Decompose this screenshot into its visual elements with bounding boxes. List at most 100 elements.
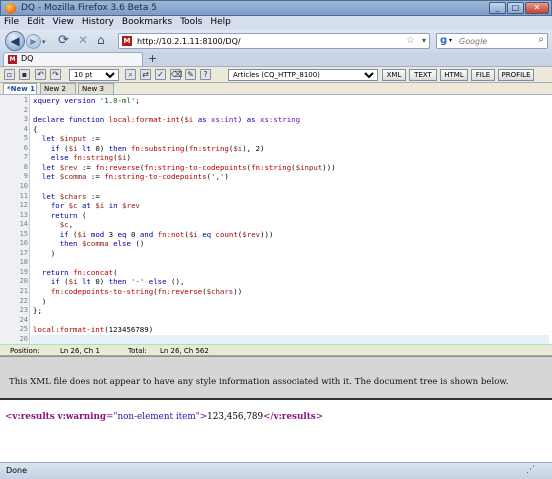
line-number: 8 bbox=[23, 162, 28, 171]
line-number: 18 bbox=[19, 258, 28, 267]
result-text: 123,456,789 bbox=[207, 412, 264, 422]
code-line: let $chars := bbox=[41, 191, 100, 201]
url-dropdown-icon[interactable]: ▾ bbox=[422, 36, 426, 45]
line-number: 17 bbox=[19, 248, 28, 257]
line-number: 5 bbox=[23, 134, 28, 143]
collection-select[interactable]: Articles (CQ_HTTP_8100) bbox=[228, 69, 378, 81]
line-number: 22 bbox=[19, 296, 28, 305]
line-number: 11 bbox=[19, 191, 28, 200]
menu-bookmarks[interactable]: Bookmarks bbox=[118, 16, 176, 28]
query-tabs: *New 1 New 2 New 3 bbox=[0, 83, 552, 94]
window-titlebar: DQ - Mozilla Firefox 3.6 Beta 5 _ □ ✕ bbox=[0, 0, 552, 16]
code-line: fn:codepoints-to-string(fn:reverse($char… bbox=[50, 287, 243, 296]
total-value: Ln 26, Ch 562 bbox=[160, 347, 209, 355]
url-bar[interactable]: M ☆ ▾ bbox=[118, 33, 430, 49]
tab-dq[interactable]: M DQ bbox=[3, 52, 143, 66]
replace-icon[interactable]: ⇄ bbox=[140, 69, 151, 80]
menu-file[interactable]: File bbox=[0, 16, 23, 28]
undo-icon[interactable]: ↶ bbox=[35, 69, 46, 80]
file-button[interactable]: FILE bbox=[471, 69, 495, 81]
text-button[interactable]: TEXT bbox=[409, 69, 437, 81]
code-line: xquery version '1.0-ml'; bbox=[33, 96, 140, 105]
search-input[interactable] bbox=[459, 35, 539, 47]
line-number: 6 bbox=[23, 143, 28, 152]
line-number: 12 bbox=[19, 201, 28, 210]
bookmark-star-icon[interactable]: ☆ bbox=[406, 35, 415, 46]
browser-status-text: Done bbox=[6, 466, 28, 475]
back-button[interactable]: ◀ bbox=[5, 31, 25, 51]
code-line: let $rev := fn:reverse(fn:string-to-code… bbox=[41, 162, 336, 172]
result-attr-value: non-element item bbox=[117, 412, 196, 422]
wand-icon[interactable]: ✓ bbox=[155, 69, 166, 80]
minimize-button[interactable]: _ bbox=[489, 2, 506, 14]
xml-button[interactable]: XML bbox=[382, 69, 406, 81]
new-tab-icon[interactable]: + bbox=[148, 52, 157, 65]
search-engine-dropdown-icon[interactable]: ▾ bbox=[449, 37, 452, 44]
position-label: Position: bbox=[10, 347, 40, 355]
browser-status-bar: Done ⋰ bbox=[0, 462, 552, 479]
doc-tab-new-3[interactable]: New 3 bbox=[78, 83, 114, 94]
line-number: 26 bbox=[19, 334, 28, 343]
menu-tools[interactable]: Tools bbox=[176, 16, 206, 28]
line-number: 23 bbox=[19, 306, 28, 315]
forward-button[interactable]: ▶ bbox=[26, 34, 41, 49]
doc-tab-new-2[interactable]: New 2 bbox=[40, 83, 76, 94]
help-icon[interactable]: ? bbox=[200, 69, 211, 80]
code-line: if ($i lt 0) then fn:substring(fn:string… bbox=[50, 143, 265, 153]
home-icon[interactable]: ⌂ bbox=[97, 33, 105, 47]
reload-icon[interactable]: ⟳ bbox=[58, 33, 69, 48]
result-panel: <v:results v:warning="non-element item">… bbox=[0, 400, 552, 462]
result-attr-name: v:warning bbox=[57, 412, 107, 422]
menu-bar: File Edit View History Bookmarks Tools Help bbox=[0, 16, 552, 30]
edit-icon[interactable]: ✎ bbox=[185, 69, 196, 80]
save-icon[interactable]: ▪ bbox=[19, 69, 30, 80]
code-editor[interactable]: 1 2 3 4 5 6 7 8 9 10 11 12 13 14 15 16 17 18 19 20 21 22 23 24 2… bbox=[0, 94, 552, 344]
search-box[interactable]: g ▾ ⌕ bbox=[436, 33, 548, 49]
window-title: DQ - Mozilla Firefox 3.6 Beta 5 bbox=[21, 3, 158, 13]
resize-grip-icon[interactable]: ⋰ bbox=[526, 465, 535, 475]
line-number: 14 bbox=[19, 220, 28, 229]
line-number: 21 bbox=[19, 287, 28, 295]
code-line: { bbox=[33, 124, 38, 134]
result-close-tag: v:results bbox=[273, 412, 316, 422]
new-document-icon[interactable]: ▫ bbox=[4, 69, 15, 80]
stop-icon[interactable]: ✕ bbox=[78, 33, 88, 47]
code-line: $c, bbox=[59, 220, 74, 230]
search-icon[interactable]: ⌕ bbox=[538, 34, 544, 45]
query-toolbar: ▫ ▪ ↶ ↷ 10 pt ⌕ ⇄ ✓ ⌫ ✎ ? Articles (CQ_H… bbox=[0, 66, 552, 83]
xml-info-banner: This XML file does not appear to have an… bbox=[0, 356, 552, 400]
menu-edit[interactable]: Edit bbox=[23, 16, 48, 28]
redo-icon[interactable]: ↷ bbox=[50, 69, 61, 80]
xml-info-message: This XML file does not appear to have an… bbox=[9, 377, 509, 387]
close-button[interactable]: ✕ bbox=[525, 2, 549, 14]
line-number: 7 bbox=[23, 153, 28, 162]
firefox-icon bbox=[5, 3, 16, 14]
google-icon[interactable]: g bbox=[440, 35, 447, 46]
menu-help[interactable]: Help bbox=[206, 16, 235, 28]
line-number: 3 bbox=[23, 115, 28, 124]
doc-tab-new-1[interactable]: *New 1 bbox=[3, 83, 37, 94]
font-size-select[interactable]: 10 pt bbox=[69, 69, 119, 81]
clear-icon[interactable]: ⌫ bbox=[170, 69, 182, 80]
code-line: ) bbox=[33, 248, 56, 258]
tab-label: DQ bbox=[21, 54, 34, 63]
code-line: ) bbox=[33, 296, 47, 306]
history-dropdown-icon[interactable]: ▾ bbox=[42, 38, 46, 46]
line-number: 19 bbox=[19, 267, 28, 276]
tab-favicon: M bbox=[8, 55, 17, 64]
line-number: 24 bbox=[19, 315, 28, 324]
profile-button[interactable]: PROFILE bbox=[498, 69, 534, 81]
line-number: 2 bbox=[23, 105, 28, 114]
menu-history[interactable]: History bbox=[78, 16, 118, 28]
line-number: 13 bbox=[19, 210, 28, 219]
line-number: 25 bbox=[19, 325, 28, 334]
code-line: then $comma else () bbox=[59, 239, 145, 249]
maximize-button[interactable]: □ bbox=[507, 2, 524, 14]
url-input[interactable] bbox=[137, 35, 407, 47]
total-label: Total: bbox=[128, 347, 147, 355]
code-line: else fn:string($i) bbox=[50, 153, 131, 163]
search-icon[interactable]: ⌕ bbox=[125, 69, 136, 80]
menu-view[interactable]: View bbox=[49, 16, 78, 28]
html-button[interactable]: HTML bbox=[440, 69, 468, 81]
editor-status-bar: Position: Ln 26, Ch 1 Total: Ln 26, Ch 5… bbox=[0, 344, 552, 356]
